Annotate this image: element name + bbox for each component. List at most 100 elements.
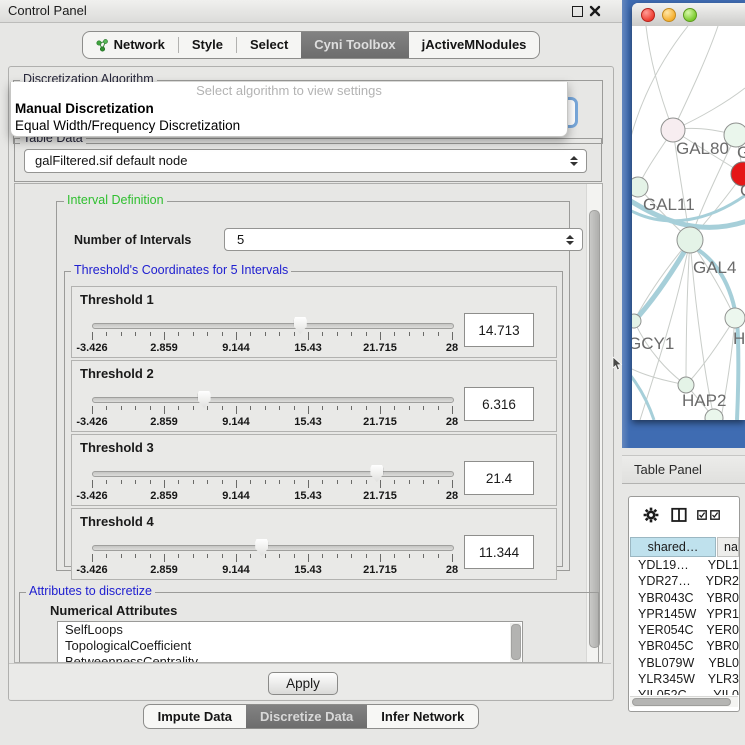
threshold-4-value-field[interactable]: 11.344: [464, 535, 534, 569]
close-traffic-light-icon[interactable]: [641, 8, 655, 22]
interval-definition-group: Interval Definition Number of Intervals …: [56, 201, 570, 571]
apply-button[interactable]: Apply: [268, 672, 338, 695]
thresholds-group-title: Threshold's Coordinates for 5 Intervals: [71, 263, 291, 277]
table-row[interactable]: YIL052CYIL0: [630, 688, 739, 695]
table-row[interactable]: YLR345WYLR3: [630, 672, 739, 688]
number-of-intervals-combobox[interactable]: 5: [224, 228, 583, 251]
table-row[interactable]: YPR145WYPR1: [630, 607, 739, 623]
tab-cyni-toolbox[interactable]: Cyni Toolbox: [301, 32, 408, 58]
table-row[interactable]: YER054CYER0: [630, 623, 739, 639]
table-row[interactable]: YBL079WYBL0: [630, 656, 739, 672]
slider-track[interactable]: [92, 397, 454, 403]
table-row[interactable]: YBR045CYBR0: [630, 639, 739, 655]
table-panel-title: Table Panel: [634, 462, 702, 477]
label-gal80: GAL80: [676, 139, 729, 158]
combo-stepper-icon: [570, 156, 578, 166]
slider-track[interactable]: [92, 323, 454, 329]
network-canvas[interactable]: GAL80 G C GAL11 GAL4 GCY1 H HAP2: [632, 26, 745, 420]
threshold-4-label: Threshold 4: [80, 514, 154, 529]
horizontal-scrollbar-thumb[interactable]: [632, 698, 731, 706]
node-gal11[interactable]: [632, 177, 648, 197]
checkbox-icon[interactable]: [697, 510, 707, 520]
tab-style[interactable]: Style: [179, 32, 236, 58]
slider-track[interactable]: [92, 545, 454, 551]
tab-network[interactable]: Network: [83, 32, 178, 58]
attributes-scrollbar-thumb[interactable]: [511, 624, 521, 660]
gear-icon[interactable]: [643, 507, 659, 523]
node-h[interactable]: [725, 308, 745, 328]
vertical-scrollbar-thumb[interactable]: [589, 210, 600, 648]
slider-track[interactable]: [92, 471, 454, 477]
table-data-combobox[interactable]: galFiltered.sif default node: [24, 149, 587, 173]
threshold-3-label: Threshold 3: [80, 440, 154, 455]
slider-ticks: [92, 406, 452, 415]
settings-scroll-area: Interval Definition Number of Intervals …: [14, 183, 603, 663]
threshold-1-panel: Threshold 1 -3.4262.8599.14415.4321.7152…: [71, 286, 557, 358]
columns-icon[interactable]: [671, 507, 687, 523]
close-icon[interactable]: [589, 5, 601, 17]
numerical-attributes-list[interactable]: SelfLoopsTopologicalCoefficientBetweenne…: [57, 621, 523, 663]
label-gal4: GAL4: [693, 258, 736, 277]
network-window-frame: GAL80 G C GAL11 GAL4 GCY1 H HAP2: [622, 0, 745, 448]
dropdown-option-equal-width[interactable]: Equal Width/Frequency Discretization: [11, 117, 567, 134]
tab-impute-data[interactable]: Impute Data: [144, 705, 246, 728]
tab-jactivemnodules[interactable]: jActiveMNodules: [409, 32, 540, 58]
horizontal-scrollbar[interactable]: [630, 696, 738, 707]
control-panel-titlebar: Control Panel: [0, 0, 622, 23]
vertical-scrollbar[interactable]: [586, 184, 602, 662]
table-row[interactable]: YDL19…YDL1: [630, 558, 739, 574]
node-gal4[interactable]: [677, 227, 703, 253]
threshold-1-value-field[interactable]: 14.713: [464, 313, 534, 347]
list-item[interactable]: BetweennessCentrality: [58, 654, 522, 663]
apply-bar: Apply: [9, 663, 611, 699]
float-panel-icon[interactable]: [572, 6, 583, 17]
slider-ticks: [92, 480, 452, 489]
combo-stepper-icon: [566, 235, 574, 245]
table-panel: shared… na YDL19…YDL1YDR27…YDR2YBR043CYB…: [628, 496, 740, 712]
minimize-traffic-light-icon[interactable]: [662, 8, 676, 22]
threshold-1-label: Threshold 1: [80, 292, 154, 307]
dropdown-option-manual[interactable]: Manual Discretization: [11, 100, 567, 117]
screen: Control Panel Network Style Select Cyni …: [0, 0, 745, 745]
column-header-shared[interactable]: shared…: [630, 537, 716, 557]
label-gcy1: GCY1: [632, 334, 674, 353]
slider-ticks: [92, 332, 452, 341]
mouse-cursor: [612, 356, 624, 372]
checkbox-icon[interactable]: [710, 510, 720, 520]
slider-scale-labels: -3.4262.8599.14415.4321.71528: [92, 490, 452, 502]
label-gal11: GAL11: [643, 195, 695, 214]
threshold-2-value-field[interactable]: 6.316: [464, 387, 534, 421]
node-gcy1[interactable]: [632, 314, 641, 328]
table-data-value: galFiltered.sif default node: [35, 153, 187, 168]
number-of-intervals-value: 5: [237, 232, 244, 247]
threshold-3-panel: Threshold 3 -3.4262.8599.14415.4321.7152…: [71, 434, 557, 506]
attributes-scrollbar[interactable]: [510, 623, 521, 663]
threshold-3-value-field[interactable]: 21.4: [464, 461, 534, 495]
list-item[interactable]: SelfLoops: [58, 622, 522, 638]
threshold-2-slider[interactable]: -3.4262.8599.14415.4321.71528: [92, 393, 452, 427]
slider-scale-labels: -3.4262.8599.14415.4321.71528: [92, 416, 452, 428]
table-row[interactable]: YDR27…YDR2: [630, 574, 739, 590]
dropdown-prompt: Select algorithm to view settings: [11, 82, 567, 100]
column-header-name[interactable]: na: [717, 537, 739, 557]
attribute-items: SelfLoopsTopologicalCoefficientBetweenne…: [58, 622, 522, 663]
threshold-1-slider[interactable]: -3.4262.8599.14415.4321.71528: [92, 319, 452, 353]
label-g: G: [737, 143, 745, 162]
threshold-4-slider[interactable]: -3.4262.8599.14415.4321.71528: [92, 541, 452, 575]
slider-scale-labels: -3.4262.8599.14415.4321.71528: [92, 342, 452, 354]
tab-discretize-data[interactable]: Discretize Data: [246, 705, 367, 728]
attributes-group-title: Attributes to discretize: [26, 584, 155, 598]
threshold-3-slider[interactable]: -3.4262.8599.14415.4321.71528: [92, 467, 452, 501]
zoom-traffic-light-icon[interactable]: [683, 8, 697, 22]
table-rows[interactable]: YDL19…YDL1YDR27…YDR2YBR043CYBR0YPR145WYP…: [630, 558, 739, 695]
tab-select[interactable]: Select: [237, 32, 301, 58]
attributes-group: Attributes to discretize Numerical Attri…: [19, 592, 599, 663]
list-item[interactable]: TopologicalCoefficient: [58, 638, 522, 654]
tab-network-label: Network: [114, 32, 165, 58]
algorithm-dropdown-popup: Select algorithm to view settings Manual…: [10, 82, 568, 137]
network-window-titlebar: [632, 3, 745, 27]
table-row[interactable]: YBR043CYBR0: [630, 591, 739, 607]
network-icon: [96, 39, 109, 52]
slider-scale-labels: -3.4262.8599.14415.4321.71528: [92, 564, 452, 576]
tab-infer-network[interactable]: Infer Network: [367, 705, 478, 728]
